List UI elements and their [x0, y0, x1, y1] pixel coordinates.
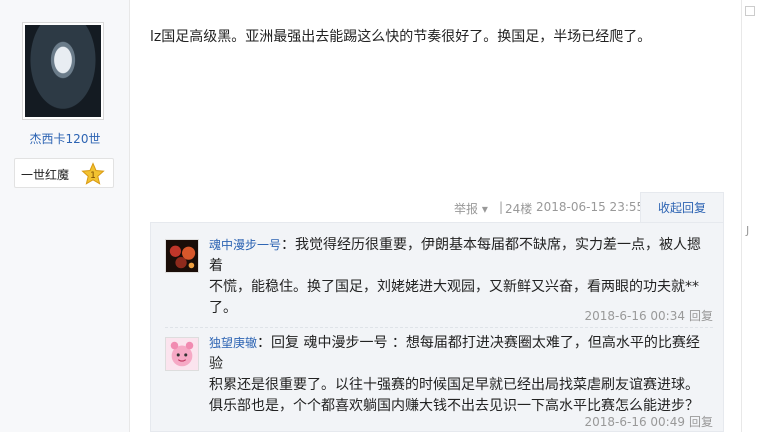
- report-label: 举报: [454, 202, 479, 216]
- badge-label: 一世红魔: [21, 168, 70, 182]
- comment-line: 不慌，能稳住。换了国足，刘姥姥进大观园，又新鲜又兴奋，看两眼的功夫就**: [209, 279, 699, 295]
- commenter-name[interactable]: 魂中漫步一号: [209, 238, 281, 252]
- comment-meta: 2018-6-16 00:34 回复: [584, 307, 713, 324]
- commenter-avatar[interactable]: [165, 239, 199, 273]
- side-mark: J: [746, 224, 750, 237]
- user-avatar[interactable]: [22, 22, 104, 120]
- floor-number: 24楼: [505, 202, 533, 216]
- badge-level: 1: [90, 171, 96, 181]
- comment-text: 独望庚辙：回复 魂中漫步一号 ：想每届都打进决赛圈太难了，但高水平的比赛经验 积…: [209, 333, 713, 417]
- reply-link[interactable]: 回复: [689, 415, 713, 429]
- username-link[interactable]: 杰西卡120世: [0, 130, 130, 147]
- reply-link[interactable]: 回复: [689, 309, 713, 323]
- comment-line: ：回复 魂中漫步一号 ：想每届都打进决赛圈太难了，但高水平的比赛经验: [209, 335, 700, 372]
- post-content: lz国足高级黑。亚洲最强出去能踢这么快的节奏很好了。换国足，半场已经爬了。: [150, 29, 652, 45]
- post-page: 杰西卡120世 一世红魔 1 lz国足高级黑。亚洲最强出去能踢这么快的节奏很好了…: [0, 0, 759, 432]
- user-sidebar: 杰西卡120世 一世红魔 1: [0, 0, 130, 432]
- fan-badge[interactable]: 一世红魔 1: [14, 158, 114, 188]
- list-item: 独望庚辙：回复 魂中漫步一号 ：想每届都打进决赛圈太难了，但高水平的比赛经验 积…: [165, 333, 713, 429]
- comment-timestamp: 2018-6-16 00:34: [584, 309, 685, 323]
- comment-line: ：我觉得经历很重要，伊朗基本每届都不缺席，实力差一点，被人摁着: [209, 237, 702, 274]
- comment-line: 积累还是很重要了。以往十强赛的时候国足早就已经出局找菜虐刷友谊赛进球。: [209, 377, 699, 393]
- star-icon: 1: [81, 162, 105, 185]
- commenter-name[interactable]: 独望庚辙: [209, 336, 257, 350]
- comment-divider: [165, 327, 713, 328]
- commenter-avatar[interactable]: [165, 337, 199, 371]
- right-edge-panel: J: [741, 0, 759, 432]
- comment-list: 魂中漫步一号：我觉得经历很重要，伊朗基本每届都不缺席，实力差一点，被人摁着 不慌…: [150, 222, 724, 432]
- collapse-reply-button[interactable]: 收起回复: [640, 192, 724, 222]
- comment-timestamp: 2018-6-16 00:49: [584, 415, 685, 429]
- report-button[interactable]: 举报 ▾: [454, 200, 488, 217]
- post-timestamp: 2018-06-15 23:55: [536, 200, 645, 214]
- checkbox-icon[interactable]: [745, 6, 755, 16]
- chevron-down-icon: ▾: [481, 202, 488, 216]
- comment-meta: 2018-6-16 00:49 回复: [584, 413, 713, 430]
- list-item: 魂中漫步一号：我觉得经历很重要，伊朗基本每届都不缺席，实力差一点，被人摁着 不慌…: [165, 235, 713, 323]
- meta-separator: |: [499, 200, 504, 214]
